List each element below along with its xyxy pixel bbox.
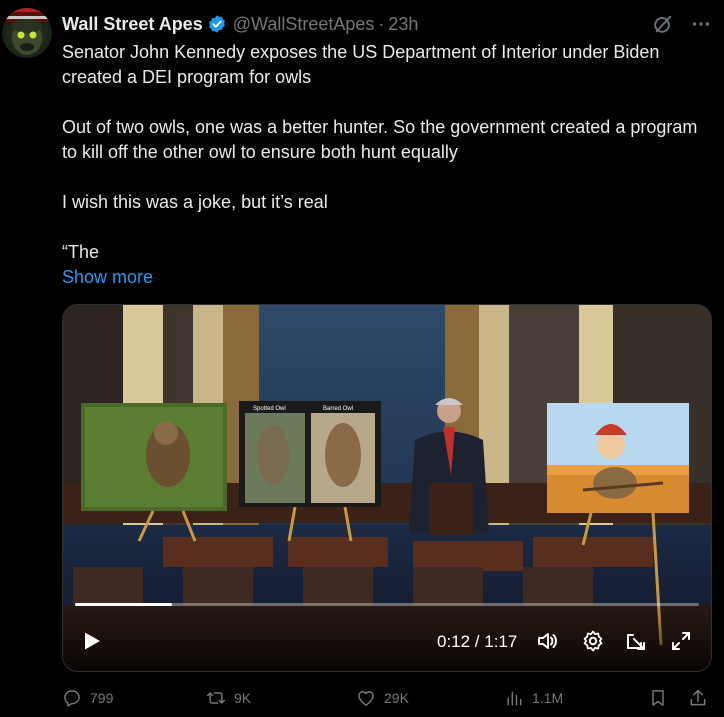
play-icon[interactable] (79, 629, 103, 653)
repost-icon (206, 688, 226, 708)
avatar[interactable] (2, 8, 52, 58)
like-count: 29K (384, 690, 409, 706)
settings-icon[interactable] (581, 629, 605, 653)
video-player[interactable]: Spotted Owl Barred Owl 0:12 / 1:17 (62, 304, 712, 672)
tweet-paragraph: Out of two owls, one was a better hunter… (62, 117, 698, 162)
pip-icon[interactable] (625, 629, 649, 653)
reply-button[interactable]: 799 (62, 684, 113, 712)
author-handle[interactable]: @WallStreetApes (233, 14, 375, 35)
poster-label-spotted-owl: Spotted Owl (253, 406, 286, 412)
repost-count: 9K (234, 690, 252, 706)
volume-icon[interactable] (535, 629, 559, 653)
reply-count: 799 (90, 690, 114, 706)
verified-badge-icon[interactable] (207, 14, 227, 34)
bookmark-icon (648, 688, 668, 708)
share-button[interactable] (688, 684, 708, 712)
tweet-paragraph: I wish this was a joke, but it’s real (62, 192, 328, 212)
video-progress-fill (75, 603, 173, 606)
reply-icon (62, 688, 82, 708)
author-name[interactable]: Wall Street Apes (62, 14, 203, 35)
poster-label-barred-owl: Barred Owl (323, 406, 353, 412)
like-button[interactable]: 29K (356, 684, 409, 712)
tweet-text: Senator John Kennedy exposes the US Depa… (62, 40, 712, 290)
header-actions (652, 13, 712, 35)
grok-icon[interactable] (652, 13, 674, 35)
views-icon (504, 688, 524, 708)
timestamp[interactable]: 23h (388, 14, 418, 35)
like-icon (356, 688, 376, 708)
show-more-link[interactable]: Show more (62, 265, 712, 290)
bookmark-button[interactable] (648, 684, 668, 712)
tweet-paragraph: Senator John Kennedy exposes the US Depa… (62, 42, 660, 87)
video-time: 0:12 / 1:17 (437, 632, 518, 651)
views-count: 1.1M (532, 690, 564, 706)
share-icon (688, 688, 708, 708)
tweet-paragraph: “The (62, 242, 100, 262)
video-progress-bar[interactable] (75, 603, 699, 606)
views-button[interactable]: 1.1M (504, 684, 563, 712)
fullscreen-icon[interactable] (669, 629, 693, 653)
repost-button[interactable]: 9K (206, 684, 251, 712)
separator-dot: · (378, 13, 385, 34)
video-controls (63, 601, 711, 671)
more-icon[interactable] (690, 13, 712, 35)
tweet-header: Wall Street Apes @WallStreetApes · 23h (62, 11, 712, 37)
action-bar: 799 9K 29K 1.1M (62, 684, 712, 712)
